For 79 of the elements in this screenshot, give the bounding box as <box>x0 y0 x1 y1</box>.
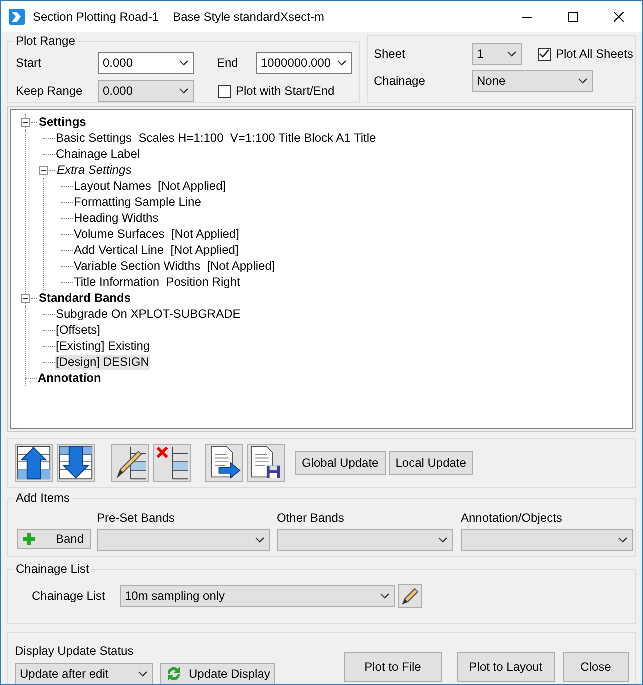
plus-icon <box>23 533 35 545</box>
close-icon <box>614 12 624 22</box>
start-combo[interactable]: 0.000 <box>98 52 194 74</box>
update-button[interactable]: Global Update <box>295 451 386 475</box>
checkbox[interactable] <box>538 48 551 60</box>
tree-item[interactable]: Heading Widths <box>73 210 160 226</box>
save-button[interactable] <box>247 444 285 482</box>
chevron-icon <box>507 51 517 57</box>
refresh-icon <box>165 665 183 683</box>
tree-item[interactable]: Basic Settings Scales H=1:100 V=1:100 Title Block A1 Title <box>55 130 378 146</box>
tree-item[interactable]: Annotation <box>37 370 102 386</box>
chevron-icon <box>438 537 448 543</box>
tree-item[interactable]: Chainage Label <box>55 146 142 162</box>
chevron-icon <box>179 60 189 66</box>
field-label: Keep Range <box>16 83 84 100</box>
window-title: Section Plotting Road-1 <box>33 8 160 26</box>
chevron-icon <box>138 671 148 677</box>
tree-item[interactable]: Extra Settings <box>56 162 133 178</box>
app-logo-icon <box>9 8 25 24</box>
pencil-icon <box>401 587 419 605</box>
delete-button[interactable] <box>153 444 191 482</box>
chevron-icon <box>380 593 390 599</box>
collapse-icon[interactable] <box>21 118 30 126</box>
collapse-icon[interactable] <box>21 294 30 302</box>
sheet-combo[interactable]: 1 <box>472 43 522 65</box>
field-label: Annotation/Objects <box>461 510 564 527</box>
delete-icon <box>154 444 190 482</box>
dialog-button[interactable]: Plot to Layout <box>457 652 555 682</box>
tree-item[interactable]: [Design] DESIGN <box>55 354 150 370</box>
field-label: Chainage <box>374 73 426 90</box>
chevron-icon <box>578 78 588 84</box>
chainage-list-combo[interactable]: 10m sampling only <box>120 585 395 607</box>
end-combo[interactable]: 1000000.000 <box>256 52 352 74</box>
edit-button[interactable] <box>398 584 422 608</box>
tree-item[interactable]: Add Vertical Line [Not Applied] <box>73 242 240 258</box>
move-down-icon <box>58 444 94 482</box>
field-label: Other Bands <box>277 510 346 527</box>
move-up-button[interactable] <box>15 444 53 482</box>
checkbox[interactable] <box>218 84 231 98</box>
tree-item[interactable]: Settings <box>38 114 88 130</box>
update-display-button[interactable]: Update Display <box>160 663 276 684</box>
checkbox-label: Plot All Sheets <box>556 46 634 63</box>
move-down-button[interactable] <box>57 444 95 482</box>
tree-item[interactable]: [Existing] Existing <box>55 338 152 354</box>
maximize-icon <box>568 12 578 22</box>
window-subtitle: Base Style standardXsect-m <box>173 8 324 26</box>
chevron-icon <box>255 537 265 543</box>
field-label: End <box>217 55 240 72</box>
group-title: Chainage List <box>14 562 92 576</box>
chevron-icon <box>179 88 189 94</box>
field-label: Pre-Set Bands <box>97 510 176 527</box>
update-mode-combo[interactable]: Update after edit <box>15 663 153 684</box>
tree-item[interactable]: Subgrade On XPLOT-SUBGRADE <box>55 306 242 322</box>
export-button[interactable] <box>205 444 243 482</box>
chevron-icon <box>618 537 628 543</box>
tree-item[interactable]: Variable Section Widths [Not Applied] <box>73 258 276 274</box>
tree-item[interactable]: Title Information Position Right <box>73 274 242 290</box>
collapse-icon[interactable] <box>39 166 48 174</box>
keep-range-combo[interactable]: 0.000 <box>98 80 194 102</box>
add-band-button[interactable]: Band <box>17 529 91 549</box>
tree-item[interactable]: Volume Surfaces [Not Applied] <box>73 226 240 242</box>
group-title: Plot Range <box>14 34 78 48</box>
tree-item[interactable]: Layout Names [Not Applied] <box>73 178 228 194</box>
field-label: Display Update Status <box>15 643 135 660</box>
chevron-icon <box>337 60 347 66</box>
move-up-icon <box>16 444 52 482</box>
dialog-button[interactable]: Close <box>563 652 629 682</box>
dialog-button[interactable]: Plot to File <box>344 652 442 682</box>
chainage-combo[interactable]: None <box>472 70 593 92</box>
tree-item[interactable]: Standard Bands <box>38 290 132 306</box>
field-label: Start <box>16 55 42 72</box>
tree-item[interactable]: [Offsets] <box>55 322 102 338</box>
checkbox-label: Plot with Start/End <box>236 83 335 100</box>
update-button[interactable]: Local Update <box>388 451 474 475</box>
field-label: Chainage List <box>32 588 106 605</box>
tree-item[interactable]: Formatting Sample Line <box>73 194 202 210</box>
group-title: Add Items <box>14 491 72 505</box>
edit-button[interactable] <box>111 444 149 482</box>
field-label: Sheet <box>374 46 406 63</box>
